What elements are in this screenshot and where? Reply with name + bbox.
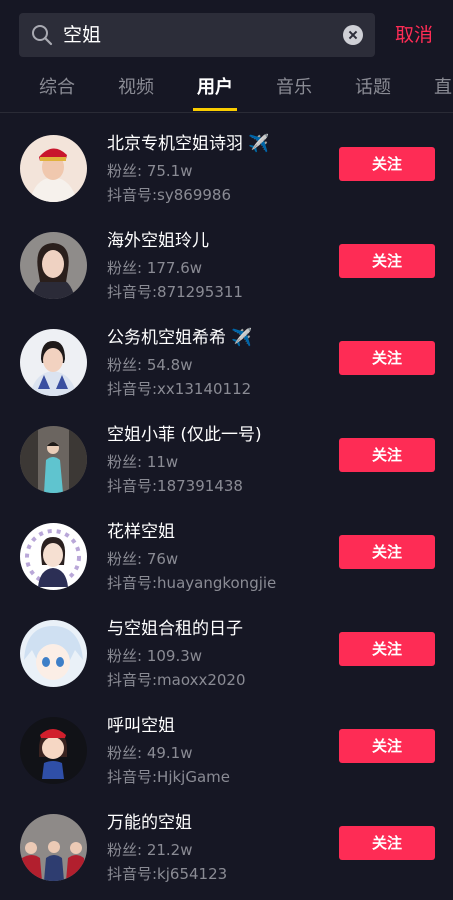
user-name: 空姐小菲 (仅此一号) [107,425,262,445]
list-item[interactable]: 花样空姐 粉丝: 76w 抖音号:huayangkongjie 关注 [0,501,453,598]
user-name: 公务机空姐希希 ✈️ [107,328,253,348]
avatar[interactable] [20,232,87,299]
avatar[interactable] [20,717,87,784]
list-item[interactable]: 空姐小菲 (仅此一号) 粉丝: 11w 抖音号:187391438 关注 [0,404,453,501]
list-item[interactable]: 海外空姐玲儿 粉丝: 177.6w 抖音号:871295311 关注 [0,210,453,307]
avatar[interactable] [20,329,87,396]
tab-live[interactable]: 直 [434,70,452,112]
tab-users[interactable]: 用户 [193,70,237,112]
avatar[interactable] [20,523,87,590]
clear-search-icon[interactable] [343,25,363,45]
search-icon [32,25,53,46]
avatar[interactable] [20,814,87,881]
avatar[interactable] [20,135,87,202]
follow-button[interactable]: 关注 [339,632,435,666]
search-bar[interactable]: 空姐 [19,13,375,57]
fans-count: 粉丝: 75.1w [107,162,193,180]
fans-count: 粉丝: 76w [107,550,179,568]
user-name: 呼叫空姐 [107,716,175,736]
user-name: 与空姐合租的日子 [107,619,243,639]
tab-topics[interactable]: 话题 [355,70,391,112]
douyin-id: 抖音号:maoxx2020 [107,671,246,689]
user-name: 万能的空姐 [107,813,192,833]
user-name: 北京专机空姐诗羽 ✈️ [107,134,270,154]
list-item[interactable]: 呼叫空姐 粉丝: 49.1w 抖音号:HjkjGame 关注 [0,695,453,792]
douyin-id: 抖音号:huayangkongjie [107,574,277,592]
list-item[interactable]: 与空姐合租的日子 粉丝: 109.3w 抖音号:maoxx2020 关注 [0,598,453,695]
follow-button[interactable]: 关注 [339,535,435,569]
follow-button[interactable]: 关注 [339,729,435,763]
follow-button[interactable]: 关注 [339,244,435,278]
list-item[interactable]: 北京专机空姐诗羽 ✈️ 粉丝: 75.1w 抖音号:sy869986 关注 [0,113,453,210]
user-name: 海外空姐玲儿 [107,231,209,251]
avatar[interactable] [20,426,87,493]
list-item[interactable]: 万能的空姐 粉丝: 21.2w 抖音号:kj654123 关注 [0,792,453,889]
user-list: 北京专机空姐诗羽 ✈️ 粉丝: 75.1w 抖音号:sy869986 关注 海外… [0,113,453,889]
cancel-button[interactable]: 取消 [395,13,433,57]
follow-button[interactable]: 关注 [339,147,435,181]
follow-button[interactable]: 关注 [339,341,435,375]
list-item[interactable]: 公务机空姐希希 ✈️ 粉丝: 54.8w 抖音号:xx13140112 关注 [0,307,453,404]
search-input[interactable]: 空姐 [63,13,101,57]
fans-count: 粉丝: 11w [107,453,179,471]
tab-music[interactable]: 音乐 [276,70,312,112]
user-name: 花样空姐 [107,522,175,542]
follow-button[interactable]: 关注 [339,438,435,472]
douyin-id: 抖音号:HjkjGame [107,768,231,786]
tab-comprehensive[interactable]: 综合 [39,70,75,112]
fans-count: 粉丝: 49.1w [107,744,193,762]
fans-count: 粉丝: 21.2w [107,841,193,859]
result-tabs: 综合 视频 用户 音乐 话题 直 [0,70,453,113]
fans-count: 粉丝: 109.3w [107,647,203,665]
follow-button[interactable]: 关注 [339,826,435,860]
douyin-id: 抖音号:sy869986 [107,186,232,204]
top-bar: 空姐 取消 [0,0,453,70]
tab-videos[interactable]: 视频 [118,70,154,112]
douyin-id: 抖音号:kj654123 [107,865,228,883]
douyin-id: 抖音号:871295311 [107,283,243,301]
douyin-id: 抖音号:xx13140112 [107,380,252,398]
fans-count: 粉丝: 177.6w [107,259,203,277]
douyin-id: 抖音号:187391438 [107,477,243,495]
avatar[interactable] [20,620,87,687]
fans-count: 粉丝: 54.8w [107,356,193,374]
